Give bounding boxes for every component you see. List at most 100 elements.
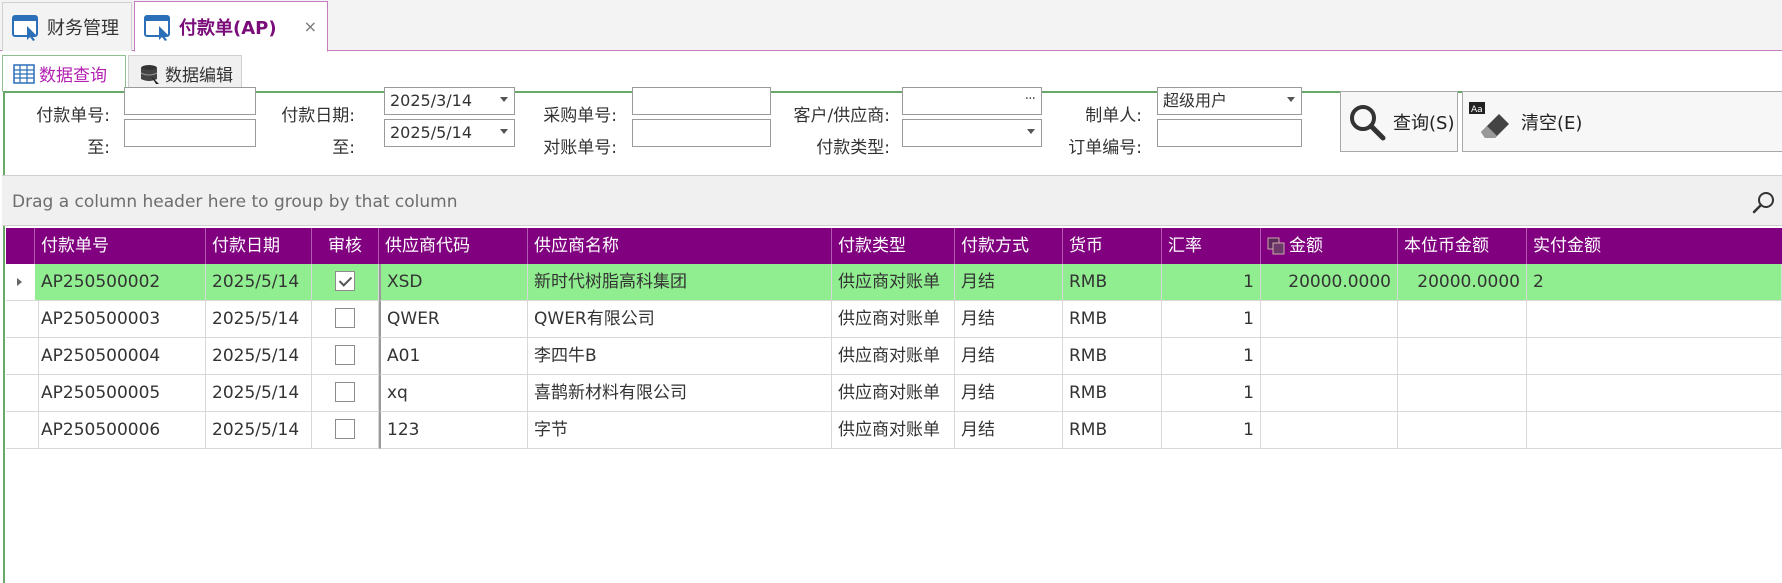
clear-button[interactable]: Aa 清空(E): [1462, 91, 1782, 152]
query-button[interactable]: 查询(S): [1340, 91, 1458, 152]
group-by-panel[interactable]: Drag a column header here to group by th…: [2, 175, 1782, 226]
table-cell-audited[interactable]: [312, 412, 379, 449]
table-cell-rate[interactable]: 1: [1162, 301, 1261, 338]
column-header[interactable]: 供应商名称: [528, 228, 832, 264]
table-cell-amount[interactable]: [1261, 375, 1398, 412]
table-cell-rate[interactable]: 1: [1162, 375, 1261, 412]
purchase-no-input[interactable]: [632, 87, 771, 115]
chevron-down-icon[interactable]: [500, 97, 508, 102]
table-cell-supplier-code[interactable]: 123: [379, 412, 528, 449]
table-cell-pay-method[interactable]: 月结: [955, 375, 1063, 412]
table-cell-supplier-name[interactable]: 李四牛B: [528, 338, 832, 375]
pay-no-from-input[interactable]: [124, 87, 256, 115]
table-cell-rate[interactable]: 1: [1162, 338, 1261, 375]
table-cell-pay-type[interactable]: 供应商对账单: [832, 412, 955, 449]
audit-checkbox[interactable]: [335, 381, 355, 402]
audit-checkbox[interactable]: [335, 418, 355, 439]
chevron-down-icon[interactable]: [1287, 97, 1295, 102]
column-header[interactable]: 付款日期: [206, 228, 312, 264]
column-header[interactable]: 付款方式: [955, 228, 1063, 264]
table-cell-audited[interactable]: [312, 375, 379, 412]
table-cell-base-amount[interactable]: [1398, 375, 1527, 412]
column-header[interactable]: 实付金额: [1527, 228, 1782, 264]
table-cell-rate[interactable]: 1: [1162, 264, 1261, 301]
table-cell-date[interactable]: 2025/5/14: [206, 338, 312, 375]
search-icon[interactable]: [1751, 190, 1777, 216]
close-icon[interactable]: ×: [304, 17, 317, 36]
table-cell-pay-method[interactable]: 月结: [955, 412, 1063, 449]
table-cell-pay-type[interactable]: 供应商对账单: [832, 338, 955, 375]
table-cell-audited[interactable]: [312, 338, 379, 375]
pay-date-to-select[interactable]: 2025/5/14: [384, 119, 515, 147]
table-cell-supplier-name[interactable]: QWER有限公司: [528, 301, 832, 338]
table-cell-pay-type[interactable]: 供应商对账单: [832, 375, 955, 412]
table-cell-supplier-code[interactable]: xq: [379, 375, 528, 412]
table-cell-date[interactable]: 2025/5/14: [206, 412, 312, 449]
column-header[interactable]: 货币: [1063, 228, 1162, 264]
tab-data-query[interactable]: 数据查询: [2, 55, 126, 92]
table-cell-amount[interactable]: 20000.0000: [1261, 264, 1398, 301]
table-cell-date[interactable]: 2025/5/14: [206, 301, 312, 338]
table-cell-paid[interactable]: [1527, 412, 1782, 449]
table-cell-supplier-code[interactable]: A01: [379, 338, 528, 375]
table-cell-base-amount[interactable]: 20000.0000: [1398, 264, 1527, 301]
column-header[interactable]: 汇率: [1162, 228, 1261, 264]
table-cell-supplier-code[interactable]: XSD: [379, 264, 528, 301]
table-cell-base-amount[interactable]: [1398, 412, 1527, 449]
table-cell-pay-no[interactable]: AP250500006: [35, 412, 206, 449]
table-cell-amount[interactable]: [1261, 301, 1398, 338]
table-cell-date[interactable]: 2025/5/14: [206, 375, 312, 412]
tab-payment-ap[interactable]: 付款单(AP) ×: [134, 1, 328, 52]
table-cell-amount[interactable]: [1261, 338, 1398, 375]
column-header[interactable]: 付款类型: [832, 228, 955, 264]
table-cell-paid[interactable]: [1527, 375, 1782, 412]
audit-checkbox[interactable]: [335, 344, 355, 365]
column-header[interactable]: 付款单号: [35, 228, 206, 264]
table-cell-pay-type[interactable]: 供应商对账单: [832, 264, 955, 301]
order-no-input[interactable]: [1157, 119, 1302, 147]
table-cell-paid[interactable]: [1527, 301, 1782, 338]
table-cell-paid[interactable]: 2: [1527, 264, 1782, 301]
table-cell-pay-method[interactable]: 月结: [955, 301, 1063, 338]
pay-date-from-select[interactable]: 2025/3/14: [384, 87, 515, 115]
tab-finance-management[interactable]: 财务管理: [2, 2, 132, 51]
table-cell-pay-type[interactable]: 供应商对账单: [832, 301, 955, 338]
creator-select[interactable]: 超级用户: [1157, 87, 1302, 115]
table-cell-pay-method[interactable]: 月结: [955, 338, 1063, 375]
table-cell-pay-no[interactable]: AP250500002: [35, 264, 206, 301]
table-cell-audited[interactable]: [312, 301, 379, 338]
column-header[interactable]: 本位币金额: [1398, 228, 1527, 264]
ellipsis-button[interactable]: ···: [1025, 86, 1036, 112]
table-cell-rate[interactable]: 1: [1162, 412, 1261, 449]
audit-checkbox[interactable]: [335, 270, 355, 291]
table-cell-pay-no[interactable]: AP250500005: [35, 375, 206, 412]
table-cell-amount[interactable]: [1261, 412, 1398, 449]
audit-checkbox[interactable]: [335, 307, 355, 328]
chevron-down-icon[interactable]: [500, 129, 508, 134]
table-cell-audited[interactable]: [312, 264, 379, 301]
pay-no-to-input[interactable]: [124, 119, 256, 147]
table-cell-currency[interactable]: RMB: [1063, 264, 1162, 301]
chevron-down-icon[interactable]: [1027, 129, 1035, 134]
table-cell-pay-no[interactable]: AP250500003: [35, 301, 206, 338]
column-header[interactable]: 供应商代码: [379, 228, 528, 264]
table-cell-pay-no[interactable]: AP250500004: [35, 338, 206, 375]
table-cell-supplier-name[interactable]: 喜鹊新材料有限公司: [528, 375, 832, 412]
table-cell-currency[interactable]: RMB: [1063, 301, 1162, 338]
pay-type-select[interactable]: [902, 119, 1042, 147]
table-cell-supplier-name[interactable]: 新时代树脂高科集团: [528, 264, 832, 301]
column-header[interactable]: 金额: [1261, 228, 1398, 264]
table-cell-currency[interactable]: RMB: [1063, 375, 1162, 412]
table-cell-pay-method[interactable]: 月结: [955, 264, 1063, 301]
table-cell-base-amount[interactable]: [1398, 301, 1527, 338]
table-cell-currency[interactable]: RMB: [1063, 412, 1162, 449]
customer-supplier-input[interactable]: ···: [902, 87, 1042, 115]
table-cell-supplier-code[interactable]: QWER: [379, 301, 528, 338]
column-header[interactable]: 审核: [312, 228, 379, 264]
table-cell-date[interactable]: 2025/5/14: [206, 264, 312, 301]
reconcile-no-input[interactable]: [632, 119, 771, 147]
table-cell-supplier-name[interactable]: 字节: [528, 412, 832, 449]
table-cell-paid[interactable]: [1527, 338, 1782, 375]
table-cell-base-amount[interactable]: [1398, 338, 1527, 375]
table-cell-currency[interactable]: RMB: [1063, 338, 1162, 375]
